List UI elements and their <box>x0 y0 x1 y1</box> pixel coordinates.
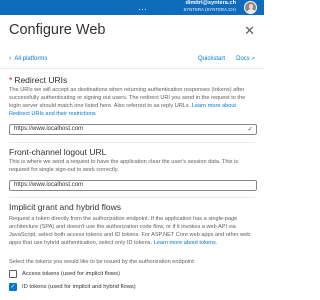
logout-url-value: https://www.localhost.com <box>14 182 84 188</box>
token-select-prompt: Select the tokens you would like to be i… <box>9 259 196 265</box>
top-bar: … dimitri@syntera.ch SYNTERA (SYNTERA.CH… <box>0 0 264 15</box>
panel-nav: ‹ All platforms Quickstart Docs↗ <box>9 54 255 64</box>
access-tokens-option[interactable]: Access tokens (used for implicit flows) <box>9 269 209 279</box>
header-divider <box>0 68 264 69</box>
close-icon[interactable]: ✕ <box>244 23 255 39</box>
external-link-icon: ↗ <box>250 56 255 62</box>
redirect-uri-value: https://www.localhost.com <box>14 126 84 132</box>
user-name[interactable]: dimitri@syntera.ch <box>185 0 236 7</box>
redirect-uri-input[interactable]: https://www.localhost.com ✓ <box>9 124 257 135</box>
id-tokens-label: ID tokens (used for implicit and hybrid … <box>22 284 136 290</box>
more-icon[interactable]: … <box>137 2 148 13</box>
access-tokens-label: Access tokens (used for implicit flows) <box>22 271 120 277</box>
back-link[interactable]: ‹ All platforms <box>9 54 47 64</box>
redirect-uris-description: The URIs we will accept as destinations … <box>9 86 255 118</box>
id-tokens-option[interactable]: ✓ ID tokens (used for implicit and hybri… <box>9 282 209 292</box>
checkmark-icon: ✓ <box>247 126 253 133</box>
logout-url-input[interactable]: https://www.localhost.com <box>9 180 257 191</box>
avatar-body <box>246 9 255 13</box>
section-divider <box>9 197 255 198</box>
implicit-grant-description: Request a token directly from the author… <box>9 215 255 247</box>
required-mark: * <box>9 75 13 85</box>
avatar-head <box>248 4 253 9</box>
user-org[interactable]: SYNTERA (SYNTERA.CH) <box>184 7 237 13</box>
chevron-left-icon: ‹ <box>9 55 12 62</box>
logout-url-description: This is where we send a request to have … <box>9 159 239 173</box>
tokens-learn-more-link[interactable]: Learn more about tokens. <box>154 240 218 246</box>
logout-url-title: Front-channel logout URL <box>9 147 107 157</box>
avatar[interactable] <box>244 1 257 14</box>
redirect-uris-title-text: Redirect URIs <box>14 75 68 85</box>
access-tokens-checkbox[interactable] <box>9 270 17 278</box>
checkmark-icon: ✓ <box>10 284 16 290</box>
page-title: Configure Web <box>9 22 106 38</box>
quickstart-link[interactable]: Quickstart <box>198 54 225 64</box>
id-tokens-checkbox[interactable]: ✓ <box>9 283 17 291</box>
section-divider <box>9 142 255 143</box>
docs-link[interactable]: Docs↗ <box>236 54 255 64</box>
docs-link-label: Docs <box>236 56 250 62</box>
redirect-uris-title: * Redirect URIs <box>9 75 67 85</box>
back-link-label: All platforms <box>14 56 48 62</box>
implicit-grant-title: Implicit grant and hybrid flows <box>9 202 121 212</box>
